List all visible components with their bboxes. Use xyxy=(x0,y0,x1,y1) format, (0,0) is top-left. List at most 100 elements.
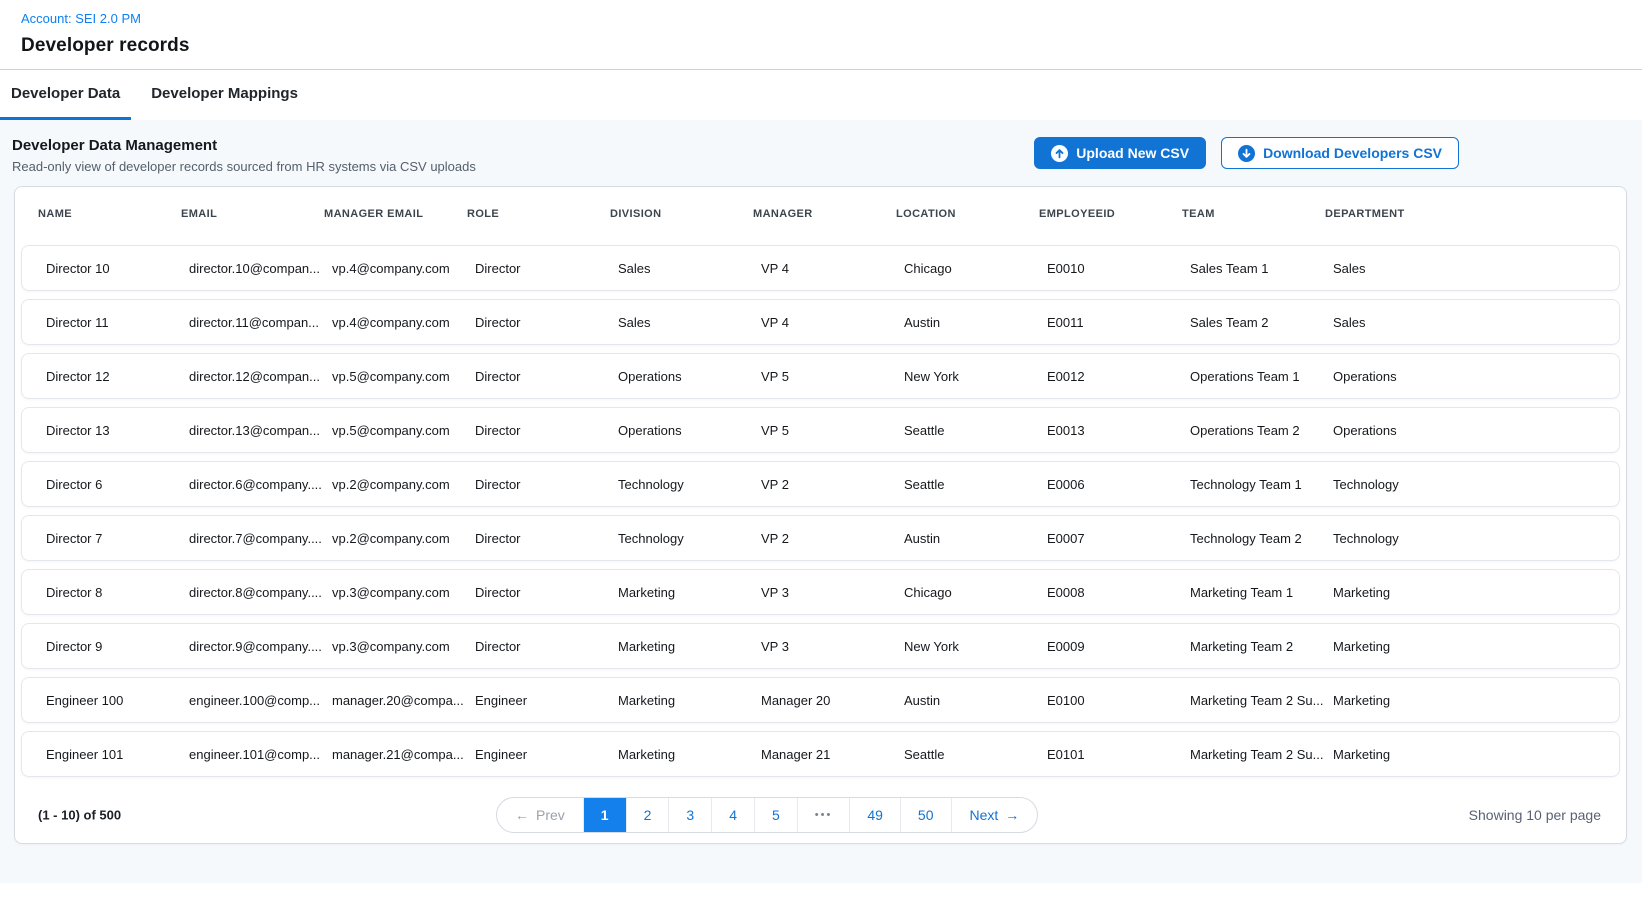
cell-manager-email: vp.3@company.com xyxy=(332,639,475,654)
column-header-manager: MANAGER xyxy=(753,208,896,220)
cell-manager: VP 4 xyxy=(761,315,904,330)
cell-division: Sales xyxy=(618,261,761,276)
table-row: Engineer 100engineer.100@comp...manager.… xyxy=(21,677,1620,723)
cell-location: Seattle xyxy=(904,477,1047,492)
cell-manager: VP 2 xyxy=(761,531,904,546)
download-developers-csv-button[interactable]: Download Developers CSV xyxy=(1221,137,1459,169)
cell-name: Director 10 xyxy=(46,261,189,276)
cell-email: director.8@company.... xyxy=(189,585,332,600)
cell-department: Marketing xyxy=(1333,693,1595,708)
next-page-button[interactable]: Next→ xyxy=(951,798,1038,832)
cell-division: Technology xyxy=(618,531,761,546)
cell-manager: VP 5 xyxy=(761,423,904,438)
section-header: Developer Data Management Read-only view… xyxy=(0,120,1642,186)
tab-developer-mappings[interactable]: Developer Mappings xyxy=(140,70,309,120)
page-header: Account: SEI 2.0 PM Developer records xyxy=(0,0,1642,70)
cell-location: New York xyxy=(904,369,1047,384)
cell-role: Engineer xyxy=(475,747,618,762)
pagination-bar: (1 - 10) of 500 ←Prev12345•••4950Next→ S… xyxy=(15,787,1626,843)
column-header-role: ROLE xyxy=(467,208,610,220)
page-button-3[interactable]: 3 xyxy=(668,798,711,832)
table-row: Director 7director.7@company....vp.2@com… xyxy=(21,515,1620,561)
cell-team: Marketing Team 2 Su... xyxy=(1190,693,1333,708)
table-row: Director 11director.11@compan...vp.4@com… xyxy=(21,299,1620,345)
cell-manager: VP 4 xyxy=(761,261,904,276)
upload-new-csv-button[interactable]: Upload New CSV xyxy=(1034,137,1206,169)
page-button-5[interactable]: 5 xyxy=(754,798,797,832)
download-button-label: Download Developers CSV xyxy=(1263,145,1442,161)
cell-employeeid: E0010 xyxy=(1047,261,1190,276)
csv-actions: Upload New CSV Download Developers CSV xyxy=(1034,137,1459,169)
cell-manager: VP 3 xyxy=(761,585,904,600)
cell-department: Marketing xyxy=(1333,585,1595,600)
table-header: NAMEEMAILMANAGER EMAILROLEDIVISIONMANAGE… xyxy=(15,187,1626,241)
column-header-email: EMAIL xyxy=(181,208,324,220)
cell-manager: Manager 21 xyxy=(761,747,904,762)
pagination-range: (1 - 10) of 500 xyxy=(38,808,121,823)
cell-location: Chicago xyxy=(904,261,1047,276)
per-page-text: Showing 10 per page xyxy=(1469,807,1601,823)
cell-location: Austin xyxy=(904,315,1047,330)
cell-role: Engineer xyxy=(475,693,618,708)
column-header-name: NAME xyxy=(38,208,181,220)
page-button-2[interactable]: 2 xyxy=(626,798,669,832)
prev-page-button[interactable]: ←Prev xyxy=(497,798,583,832)
download-circle-icon xyxy=(1238,145,1255,162)
prev-label: Prev xyxy=(536,807,565,823)
column-header-manager-email: MANAGER EMAIL xyxy=(324,208,467,220)
cell-division: Marketing xyxy=(618,747,761,762)
column-header-division: DIVISION xyxy=(610,208,753,220)
cell-role: Director xyxy=(475,315,618,330)
cell-division: Sales xyxy=(618,315,761,330)
cell-name: Director 6 xyxy=(46,477,189,492)
page: Account: SEI 2.0 PM Developer records De… xyxy=(0,0,1642,883)
table-row: Director 6director.6@company....vp.2@com… xyxy=(21,461,1620,507)
cell-name: Engineer 101 xyxy=(46,747,189,762)
table-row: Director 10director.10@compan...vp.4@com… xyxy=(21,245,1620,291)
cell-division: Marketing xyxy=(618,639,761,654)
right-arrow-icon: → xyxy=(1005,807,1019,823)
cell-location: Austin xyxy=(904,693,1047,708)
cell-role: Director xyxy=(475,369,618,384)
cell-division: Marketing xyxy=(618,693,761,708)
table-row: Director 12director.12@compan...vp.5@com… xyxy=(21,353,1620,399)
cell-email: director.11@compan... xyxy=(189,315,332,330)
cell-location: New York xyxy=(904,639,1047,654)
cell-team: Sales Team 1 xyxy=(1190,261,1333,276)
column-header-employeeid: EMPLOYEEID xyxy=(1039,208,1182,220)
cell-manager: VP 5 xyxy=(761,369,904,384)
page-button-50[interactable]: 50 xyxy=(900,798,951,832)
page-button-49[interactable]: 49 xyxy=(849,798,900,832)
cell-manager: VP 3 xyxy=(761,639,904,654)
cell-name: Director 9 xyxy=(46,639,189,654)
cell-email: engineer.101@comp... xyxy=(189,747,332,762)
cell-email: director.6@company.... xyxy=(189,477,332,492)
cell-manager-email: vp.5@company.com xyxy=(332,423,475,438)
cell-email: director.13@compan... xyxy=(189,423,332,438)
cell-name: Director 7 xyxy=(46,531,189,546)
account-link[interactable]: Account: SEI 2.0 PM xyxy=(21,11,141,26)
page-button-1[interactable]: 1 xyxy=(583,798,626,832)
table-row: Director 8director.8@company....vp.3@com… xyxy=(21,569,1620,615)
cell-name: Director 13 xyxy=(46,423,189,438)
cell-location: Austin xyxy=(904,531,1047,546)
cell-role: Director xyxy=(475,423,618,438)
cell-manager-email: vp.4@company.com xyxy=(332,315,475,330)
page-button-4[interactable]: 4 xyxy=(711,798,754,832)
cell-email: director.7@company.... xyxy=(189,531,332,546)
pager: ←Prev12345•••4950Next→ xyxy=(496,797,1038,833)
cell-location: Chicago xyxy=(904,585,1047,600)
cell-manager: VP 2 xyxy=(761,477,904,492)
cell-team: Marketing Team 2 Su... xyxy=(1190,747,1333,762)
content-panel: Developer Data Management Read-only view… xyxy=(0,120,1642,883)
cell-division: Operations xyxy=(618,423,761,438)
tab-developer-data[interactable]: Developer Data xyxy=(0,70,131,120)
cell-employeeid: E0008 xyxy=(1047,585,1190,600)
cell-division: Operations xyxy=(618,369,761,384)
cell-employeeid: E0006 xyxy=(1047,477,1190,492)
cell-department: Sales xyxy=(1333,261,1595,276)
cell-team: Operations Team 1 xyxy=(1190,369,1333,384)
table-card: NAMEEMAILMANAGER EMAILROLEDIVISIONMANAGE… xyxy=(14,186,1627,844)
cell-manager-email: vp.2@company.com xyxy=(332,477,475,492)
cell-division: Technology xyxy=(618,477,761,492)
